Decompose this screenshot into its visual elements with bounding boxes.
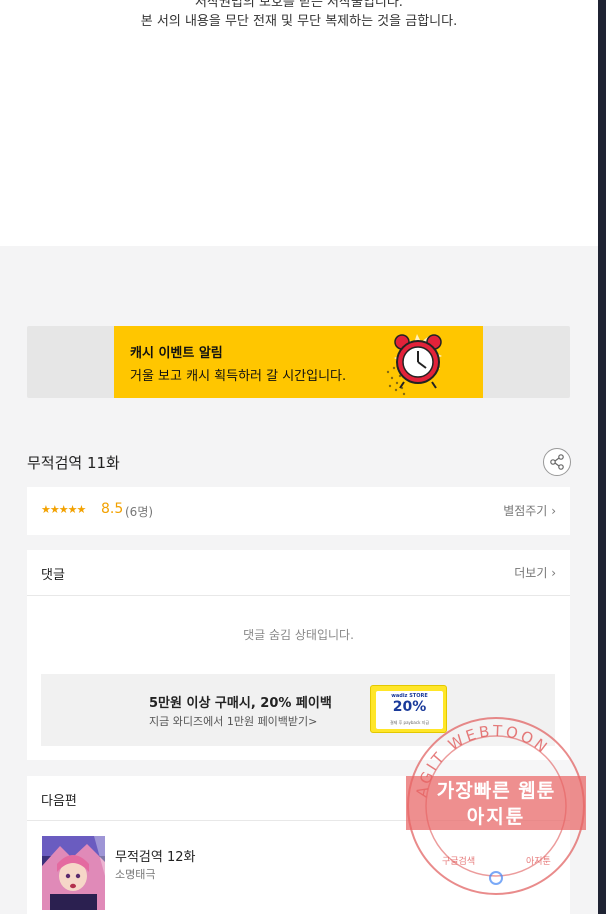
watermark-line-1: 가장빠른 웹툰	[436, 780, 556, 802]
watermark-line-2: 아지툰	[466, 806, 526, 828]
rating-count: (6명)	[125, 505, 154, 519]
comments-more-link[interactable]: 더보기 ›	[514, 564, 556, 581]
cash-event-banner-area: 캐시 이벤트 알림 거울 보고 캐시 획득하러 갈 시간입니다.	[27, 326, 570, 398]
banner-text: 거울 보고 캐시 획득하러 갈 시간입니다.	[130, 369, 347, 384]
copyright-line-1: 저작권법의 보호를 받는 저작물입니다.	[195, 0, 403, 10]
next-episode-author: 소명태극	[115, 868, 156, 881]
next-heading: 다음편	[41, 794, 77, 809]
banner-title: 캐시 이벤트 알림	[130, 346, 223, 361]
comments-hidden-message: 댓글 숨김 상태입니다.	[243, 628, 354, 642]
scrollbar[interactable]	[598, 0, 606, 914]
share-button[interactable]	[543, 448, 571, 476]
coupon-percent: 20%	[392, 699, 427, 715]
episode-title: 무적검역 11화	[27, 454, 120, 472]
share-icon	[550, 454, 564, 470]
comments-heading: 댓글	[41, 568, 65, 583]
rate-button-label: 별점주기	[503, 504, 548, 518]
ad-title: 5만원 이상 구매시, 20% 페이백	[149, 696, 332, 711]
alarm-clock-icon	[386, 334, 442, 396]
cash-event-banner[interactable]: 캐시 이벤트 알림 거울 보고 캐시 획득하러 갈 시간입니다.	[114, 326, 483, 398]
watermark-bottom-left: 구글검색	[442, 855, 475, 867]
rate-button[interactable]: 별점주기 ›	[503, 502, 556, 519]
comments-more-label: 더보기	[514, 566, 548, 580]
rating-card: ★★★★★ 8.5 (6명) 별점주기 ›	[27, 487, 570, 535]
rating-stars: ★★★★★	[41, 503, 86, 516]
copyright-line-2: 본 서의 내용을 무단 전재 및 무단 복제하는 것을 금합니다.	[140, 14, 458, 29]
chevron-right-icon: ›	[551, 504, 556, 518]
ad-subtitle: 지금 와디즈에서 1만원 페이백받기>	[149, 715, 318, 728]
rating-score: 8.5	[101, 501, 124, 517]
divider	[27, 595, 570, 596]
chevron-right-icon: ›	[551, 566, 556, 580]
next-episode-thumbnail[interactable]	[42, 836, 105, 910]
watermark-bottom-right: 아지툰	[526, 856, 551, 867]
copyright-notice: 저작권법의 보호를 받는 저작물입니다. 본 서의 내용을 무단 전재 및 무단…	[0, 0, 598, 246]
next-episode-title[interactable]: 무적검역 12화	[115, 846, 195, 865]
